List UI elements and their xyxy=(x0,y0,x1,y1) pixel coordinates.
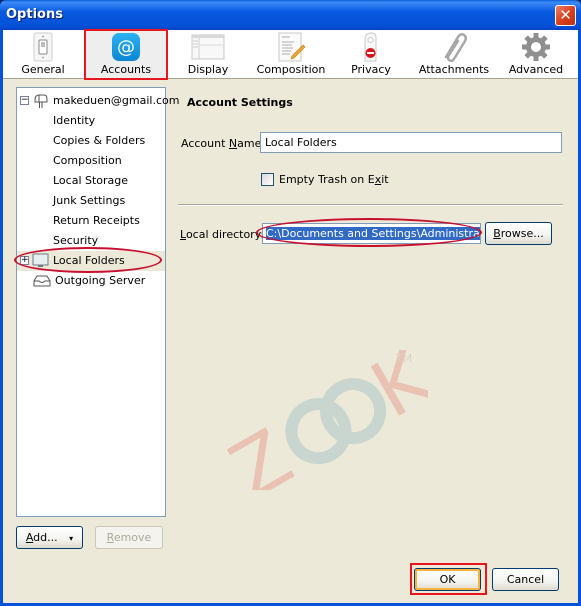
label-part: Empty Trash on E xyxy=(279,173,375,186)
watermark-ring-2 xyxy=(320,378,387,445)
tab-advanced-label: Advanced xyxy=(508,63,564,76)
local-directory-input[interactable]: C:\Documents and Settings\Administrator\… xyxy=(262,223,481,244)
browse-accel: B xyxy=(493,227,501,240)
at-sign-icon: @ xyxy=(112,33,140,61)
tree-item-outgoing-server-label: Outgoing Server xyxy=(55,274,146,287)
remove-accel: R xyxy=(106,531,114,544)
tree-item-security[interactable]: Security xyxy=(17,231,165,251)
document-pencil-icon xyxy=(278,32,306,62)
expand-icon[interactable]: + xyxy=(20,256,29,265)
section-separator xyxy=(178,204,563,206)
remove-account-button[interactable]: Remove xyxy=(95,526,163,549)
local-directory-label: Local directory: xyxy=(180,228,264,241)
close-button[interactable]: ✕ xyxy=(555,5,576,26)
options-window: Options ✕ General @ Accounts Display Com… xyxy=(0,0,581,606)
options-toolbar: General @ Accounts Display Composition P… xyxy=(3,29,578,80)
watermark-ring-1 xyxy=(285,398,352,465)
tree-item-label: Copies & Folders xyxy=(53,134,146,147)
tree-item-label: Security xyxy=(53,234,99,247)
account-tree[interactable]: − makeduen@gmail.com Identity Copies & F… xyxy=(16,87,179,517)
tree-item-account-label: makeduen@gmail.com xyxy=(53,94,180,107)
mailbox-icon xyxy=(34,94,48,108)
add-label: dd... xyxy=(33,531,58,544)
label-part: it xyxy=(381,173,389,186)
label-part: Account xyxy=(181,137,229,150)
window-title: Options xyxy=(6,7,63,22)
label-part: ocal directory: xyxy=(185,228,265,241)
account-name-label: Account Name: xyxy=(181,137,265,150)
remove-label: emove xyxy=(113,531,152,544)
account-name-input[interactable]: Local Folders xyxy=(260,132,562,153)
tree-item-label: Local Storage xyxy=(53,174,129,187)
display-window-icon xyxy=(191,34,225,60)
browse-button[interactable]: Browse... xyxy=(485,222,552,245)
tab-display-label: Display xyxy=(187,63,229,76)
watermark-z: Z xyxy=(218,413,307,490)
label-accel: N xyxy=(228,137,238,150)
tree-item-label: Junk Settings xyxy=(53,194,126,207)
tab-display[interactable]: Display xyxy=(169,30,247,79)
tree-item-copies-folders[interactable]: Copies & Folders xyxy=(17,131,165,151)
tree-item-label: Return Receipts xyxy=(53,214,140,227)
tree-item-identity[interactable]: Identity xyxy=(17,111,165,131)
browse-label: rowse... xyxy=(500,227,544,240)
tree-item-local-folders-label: Local Folders xyxy=(53,254,125,267)
ok-button[interactable]: OK xyxy=(414,568,481,591)
paperclip-icon xyxy=(444,33,468,62)
tree-item-local-folders[interactable]: + Local Folders xyxy=(17,251,165,271)
collapse-icon[interactable]: − xyxy=(20,96,29,105)
title-bar[interactable]: Options ✕ xyxy=(0,0,581,30)
tab-privacy[interactable]: Privacy xyxy=(335,30,407,79)
watermark-k: K xyxy=(357,350,428,436)
tree-item-junk-settings[interactable]: Junk Settings xyxy=(17,191,165,211)
svg-text:@: @ xyxy=(117,37,135,58)
zook-watermark: Z K TM xyxy=(218,350,428,490)
tab-accounts-label: Accounts xyxy=(100,63,152,76)
tree-item-account[interactable]: − makeduen@gmail.com xyxy=(17,91,179,111)
tab-privacy-label: Privacy xyxy=(351,63,391,76)
tree-item-label: Identity xyxy=(53,114,96,127)
tab-attachments[interactable]: Attachments xyxy=(409,30,499,79)
tab-accounts[interactable]: @ Accounts xyxy=(84,29,168,80)
tree-item-composition[interactable]: Composition xyxy=(17,151,165,171)
close-icon: ✕ xyxy=(559,6,572,24)
tree-item-local-storage[interactable]: Local Storage xyxy=(17,171,165,191)
empty-trash-checkbox[interactable] xyxy=(261,173,274,186)
tree-item-outgoing-server[interactable]: Outgoing Server xyxy=(17,271,165,291)
dialog-client-area: General @ Accounts Display Composition P… xyxy=(3,29,578,603)
section-title: Account Settings xyxy=(187,96,293,109)
do-not-disturb-tag-icon xyxy=(364,32,377,62)
light-switch-icon xyxy=(33,32,53,62)
outbox-tray-icon xyxy=(33,275,51,287)
gear-icon xyxy=(522,33,550,61)
tree-item-label: Composition xyxy=(53,154,122,167)
tab-composition[interactable]: Composition xyxy=(249,30,333,79)
tab-general-label: General xyxy=(21,63,65,76)
tab-advanced[interactable]: Advanced xyxy=(501,30,571,79)
tab-attachments-label: Attachments xyxy=(418,63,490,76)
cancel-button[interactable]: Cancel xyxy=(492,568,559,591)
monitor-icon xyxy=(32,253,49,267)
tab-general[interactable]: General xyxy=(3,30,83,79)
add-account-button[interactable]: Add... ▾ xyxy=(16,526,83,549)
watermark-tm: TM xyxy=(395,352,412,365)
empty-trash-label[interactable]: Empty Trash on Exit xyxy=(279,173,389,186)
dropdown-arrow-icon: ▾ xyxy=(69,534,74,543)
tree-item-return-receipts[interactable]: Return Receipts xyxy=(17,211,165,231)
tab-composition-label: Composition xyxy=(256,63,326,76)
local-directory-value: C:\Documents and Settings\Administrator\… xyxy=(266,227,480,240)
